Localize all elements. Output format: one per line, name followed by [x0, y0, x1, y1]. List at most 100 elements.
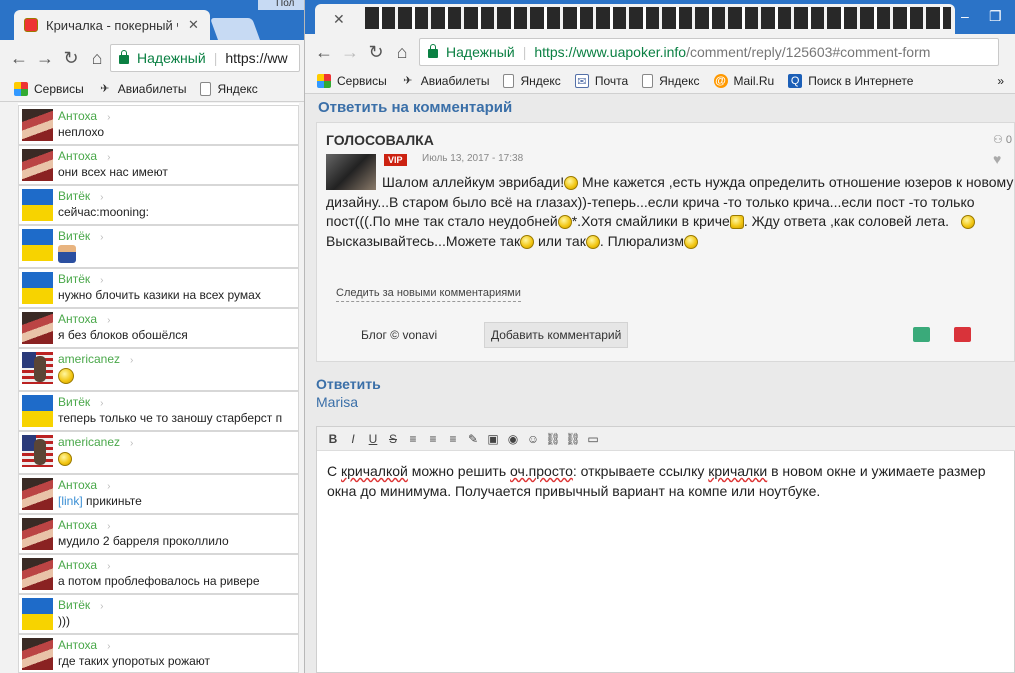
chat-nick[interactable]: Антоха ›	[58, 558, 110, 572]
chat-message: Витёк ›	[18, 225, 299, 268]
back-icon[interactable]: ←	[311, 42, 337, 63]
avatar[interactable]	[22, 638, 53, 670]
image-icon[interactable]: ▣	[483, 432, 503, 446]
chat-nick[interactable]: americanez ›	[58, 352, 133, 366]
bookmarks-overflow-icon[interactable]: »	[997, 74, 1004, 88]
add-comment-button[interactable]: Добавить комментарий	[484, 322, 629, 348]
chat-text	[58, 368, 74, 384]
underline-button[interactable]: U	[363, 432, 383, 446]
tab-chat[interactable]: Кричалка - покерный ча ✕	[14, 10, 210, 40]
chat-nick[interactable]: Антоха ›	[58, 109, 110, 123]
close-tab-icon[interactable]: ✕	[333, 11, 345, 28]
reload-icon[interactable]: ↻	[58, 48, 84, 69]
chat-link[interactable]: [link]	[58, 494, 83, 508]
bookmark-yandex[interactable]: Яндекс	[503, 73, 561, 88]
avatar[interactable]	[22, 229, 53, 261]
new-tab-button[interactable]	[209, 18, 261, 40]
link-icon[interactable]: ⛓	[543, 432, 563, 446]
chat-nick[interactable]: Антоха ›	[58, 518, 110, 532]
bookmarks-bar: Сервисы ✈ Авиабилеты Яндекс	[0, 76, 304, 102]
edit-icon[interactable]: ✎	[463, 432, 483, 446]
chat-nick[interactable]: Антоха ›	[58, 312, 110, 326]
chat-text: где таких упоротых рожают	[58, 654, 211, 668]
dizzy-smiley-icon	[557, 215, 572, 230]
avatar[interactable]	[22, 395, 53, 427]
italic-button[interactable]: I	[343, 432, 363, 446]
secure-label: Надежный	[137, 50, 206, 66]
secure-label: Надежный	[446, 44, 515, 60]
html-icon[interactable]: ▭	[583, 432, 603, 446]
avatar[interactable]	[22, 478, 53, 510]
page-icon	[642, 73, 654, 88]
comment-editor[interactable]: B I U S ≡ ≡ ≡ ✎ ▣ ◉ ☺ ⛓ ⛓ ▭ С кричалкой …	[316, 426, 1015, 673]
smiley-icon[interactable]: ☺	[523, 432, 543, 446]
bookmark-yandex-2[interactable]: Яндекс	[642, 73, 700, 88]
avatar[interactable]	[22, 518, 53, 550]
blog-link[interactable]: Блог © vonavi	[361, 328, 437, 342]
restore-icon[interactable]: ❐	[989, 8, 1002, 25]
reload-icon[interactable]: ↻	[363, 42, 389, 63]
align-left-icon[interactable]: ≡	[403, 432, 423, 446]
chat-nick[interactable]: Антоха ›	[58, 149, 110, 163]
address-bar-right[interactable]: Надежный | https://www.uapoker.info /com…	[419, 38, 999, 66]
address-bar[interactable]: Надежный | https://ww	[110, 44, 300, 72]
chat-text: я без блоков обошёлся	[58, 328, 188, 342]
avatar[interactable]	[22, 352, 53, 384]
chat-message: Антоха › [link] прикиньте	[18, 474, 299, 514]
align-center-icon[interactable]: ≡	[423, 432, 443, 446]
forward-icon[interactable]: →	[32, 48, 58, 69]
chat-nick[interactable]: Витёк ›	[58, 229, 103, 243]
follow-comments-link[interactable]: Следить за новыми комментариями	[336, 287, 521, 302]
thumbs-up-icon[interactable]	[913, 327, 930, 342]
chat-nick[interactable]: americanez ›	[58, 435, 133, 449]
bookmark-search[interactable]: Q Поиск в Интернете	[788, 73, 913, 88]
chat-message: americanez ›	[18, 431, 299, 474]
heart-icon[interactable]: ♥	[993, 151, 1001, 167]
avatar[interactable]	[22, 435, 53, 467]
page-content: Ответить на комментарий ГОЛОСОВАЛКА VIP …	[305, 94, 1015, 673]
editor-text[interactable]: С кричалкой можно решить оч.просто: откр…	[327, 461, 1007, 501]
media-icon[interactable]: ◉	[503, 432, 523, 446]
chat-nick[interactable]: Витёк ›	[58, 189, 103, 203]
chat-nick[interactable]: Витёк ›	[58, 395, 103, 409]
avatar[interactable]	[22, 598, 53, 630]
tab-secondary[interactable]: Пол	[258, 0, 304, 10]
chat-text: мудило 2 барреля проколлило	[58, 534, 229, 548]
avatar[interactable]	[22, 109, 53, 141]
avatar[interactable]	[22, 558, 53, 590]
minimize-icon[interactable]: –	[961, 8, 969, 24]
chat-nick[interactable]: Антоха ›	[58, 478, 110, 492]
close-tab-icon[interactable]: ✕	[188, 17, 199, 33]
chat-nick[interactable]: Витёк ›	[58, 598, 103, 612]
forward-icon[interactable]: →	[337, 42, 363, 63]
comment-title[interactable]: ГОЛОСОВАЛКА	[326, 132, 434, 148]
chat-nick[interactable]: Антоха ›	[58, 638, 110, 652]
bookmark-services[interactable]: Сервисы	[317, 73, 387, 88]
chat-text	[58, 245, 76, 266]
reply-to-user[interactable]: Marisa	[316, 394, 358, 410]
bookmark-avia[interactable]: ✈ Авиабилеты	[98, 82, 186, 96]
align-justify-icon[interactable]: ≡	[443, 432, 463, 446]
bookmark-yandex[interactable]: Яндекс	[200, 81, 258, 96]
bold-button[interactable]: B	[323, 432, 343, 446]
chat-message: Антоха › мудило 2 барреля проколлило	[18, 514, 299, 554]
comment-card: ГОЛОСОВАЛКА VIP Июль 13, 2017 - 17:38 Ша…	[316, 122, 1015, 362]
strike-button[interactable]: S	[383, 432, 403, 446]
avatar[interactable]	[22, 149, 53, 181]
avatar[interactable]	[22, 272, 53, 304]
users-icon[interactable]: ⚇ 0	[993, 133, 1012, 146]
thumbs-down-icon[interactable]	[954, 327, 971, 342]
tab-forum[interactable]: ✕	[315, 4, 955, 34]
bookmark-avia[interactable]: ✈ Авиабилеты	[401, 74, 489, 88]
forum-browser-window: ✕ – ❐ ← → ↻ ⌂ Надежный | https://www.uap…	[305, 0, 1015, 673]
chat-nick[interactable]: Витёк ›	[58, 272, 103, 286]
bookmark-mail[interactable]: ✉ Почта	[574, 73, 628, 88]
unlink-icon[interactable]: ⛓	[563, 432, 583, 446]
back-icon[interactable]: ←	[6, 48, 32, 69]
bookmark-mailru[interactable]: @ Mail.Ru	[713, 73, 774, 88]
bookmark-services[interactable]: Сервисы	[14, 81, 84, 96]
home-icon[interactable]: ⌂	[84, 48, 110, 69]
avatar[interactable]	[22, 189, 53, 221]
home-icon[interactable]: ⌂	[389, 42, 415, 63]
avatar[interactable]	[22, 312, 53, 344]
